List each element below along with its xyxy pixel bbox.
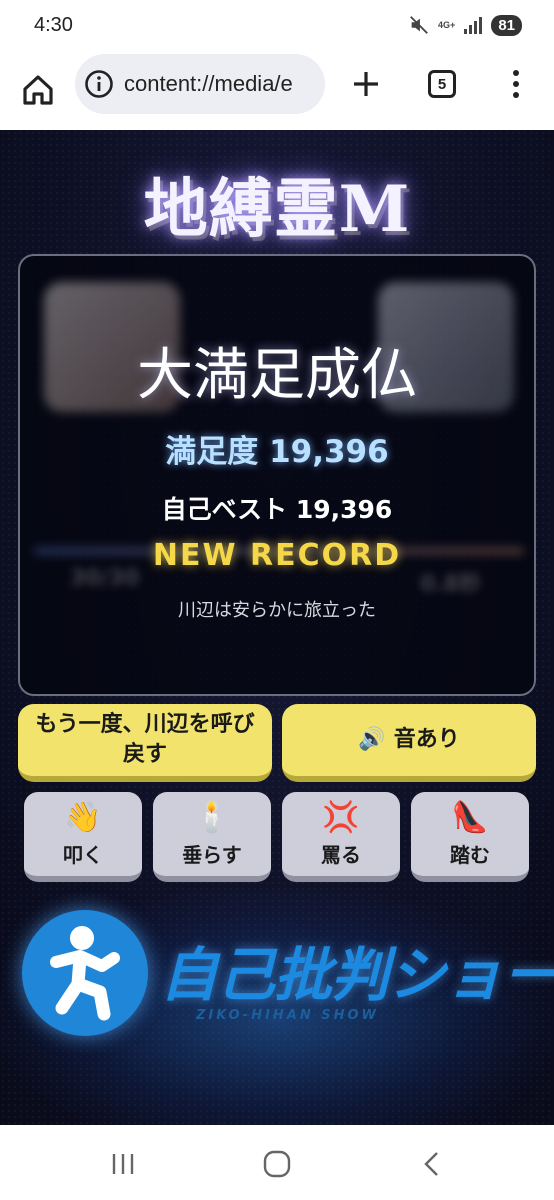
home-nav-icon[interactable]	[262, 1149, 292, 1179]
home-icon[interactable]	[20, 72, 56, 108]
network-label: 4G+	[438, 19, 456, 30]
more-vert-icon[interactable]	[506, 68, 526, 100]
sound-toggle-button[interactable]: 🔊 音あり	[282, 704, 536, 782]
action-label: 罵る	[321, 842, 361, 867]
action-button-scold[interactable]: 💢 罵る	[282, 792, 400, 882]
high-heel-icon: 👠	[451, 799, 489, 835]
recent-apps-icon[interactable]	[108, 1149, 138, 1179]
action-button-slap[interactable]: 👋 叩く	[24, 792, 142, 882]
result-card: 30/30 0.8秒 大満足成仏 満足度 19,396 自己ベスト 19,396…	[18, 254, 536, 696]
info-icon[interactable]	[84, 69, 114, 99]
action-label: 叩く	[63, 842, 103, 867]
logo-emblem	[22, 910, 148, 1036]
status-bar: 4:30 4G+ 81	[0, 0, 554, 54]
status-time: 4:30	[34, 14, 73, 36]
result-subtitle: 川辺は安らかに旅立った	[178, 600, 376, 621]
anger-icon: 💢	[322, 799, 360, 835]
revive-button[interactable]: もう一度、川辺を呼び戻す	[18, 704, 272, 782]
action-label: 踏む	[450, 842, 490, 867]
new-record-badge: NEW RECORD	[152, 538, 402, 573]
action-button-stomp[interactable]: 👠 踏む	[411, 792, 529, 882]
best-score-text: 自己ベスト 19,396	[161, 495, 393, 524]
signal-icon	[464, 17, 483, 34]
logo-subtext: ZIKO-HIHAN SHOW	[196, 1008, 379, 1023]
game-page: 地縛霊M 30/30 0.8秒 大満足成仏 満足度 19,396 自己ベスト 1…	[0, 130, 554, 1125]
game-title: 地縛霊M	[143, 172, 411, 247]
result-title: 大満足成仏	[137, 343, 417, 408]
action-label: 垂らす	[182, 842, 242, 867]
action-button-drip[interactable]: 🕯️ 垂らす	[153, 792, 271, 882]
status-indicators: 4G+ 81	[408, 14, 522, 36]
battery-indicator: 81	[491, 14, 522, 36]
url-text[interactable]: content://media/e	[124, 71, 293, 97]
speaker-icon: 🔊	[358, 727, 386, 752]
mute-icon	[410, 16, 428, 34]
url-bar[interactable]: content://media/e	[75, 54, 325, 114]
plus-icon[interactable]	[350, 68, 382, 100]
candle-icon: 🕯️	[193, 799, 231, 835]
tabs-icon[interactable]: 5	[428, 70, 456, 98]
back-icon[interactable]	[418, 1149, 448, 1179]
sound-label: 音あり	[393, 727, 460, 752]
browser-toolbar: content://media/e 5	[0, 54, 554, 130]
waving-hand-icon: 👋	[64, 799, 102, 835]
system-nav-bar	[0, 1125, 554, 1200]
running-figure-icon	[50, 926, 120, 1021]
score-text: 満足度 19,396	[165, 434, 389, 470]
show-logo: 自己批判ショー ZIKO-HIHAN SHOW	[0, 890, 554, 1125]
logo-text: 自己批判ショー	[160, 941, 554, 1009]
action-buttons: 👋 叩く 🕯️ 垂らす 💢 罵る 👠 踏む	[18, 788, 536, 884]
